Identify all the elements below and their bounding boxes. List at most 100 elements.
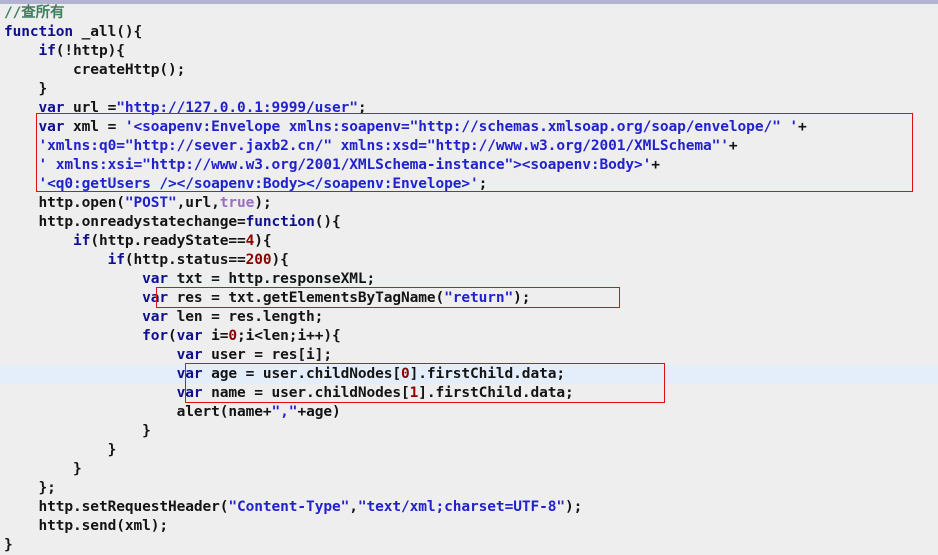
- code-token: var: [176, 328, 203, 344]
- code-line[interactable]: var res = txt.getElementsByTagName("retu…: [0, 289, 938, 308]
- code-line[interactable]: alert(name+","+age): [0, 403, 938, 422]
- code-line[interactable]: http.open("POST",url,true);: [0, 194, 938, 213]
- code-token: age = user.childNodes[: [202, 366, 401, 382]
- code-token: );: [564, 499, 583, 515]
- code-line[interactable]: '<q0:getUsers /></soapenv:Body></soapenv…: [0, 175, 938, 194]
- code-line[interactable]: http.onreadystatechange=function(){: [0, 213, 938, 232]
- code-token: function: [4, 24, 74, 40]
- code-token: txt = http.responseXML;: [167, 271, 376, 287]
- code-token: if: [38, 43, 56, 59]
- code-token: var: [176, 385, 203, 401]
- code-token: ;: [357, 100, 367, 116]
- code-line[interactable]: 'xmlns:q0="http://sever.jaxb2.cn/" xmlns…: [0, 137, 938, 156]
- code-token: createHttp();: [73, 62, 186, 78]
- code-token: "return": [444, 290, 514, 306]
- code-token: 'xmlns:q0="http://sever.jaxb2.cn/" xmlns…: [38, 138, 729, 154]
- code-token: (http.readyState==: [90, 233, 246, 249]
- code-line[interactable]: }: [0, 441, 938, 460]
- code-token: 0: [400, 366, 410, 382]
- code-token: var: [176, 366, 203, 382]
- code-line[interactable]: for(var i=0;i<len;i++){: [0, 327, 938, 346]
- code-line[interactable]: var url ="http://127.0.0.1:9999/user";: [0, 99, 938, 118]
- code-token: }: [142, 423, 151, 439]
- code-line[interactable]: }: [0, 460, 938, 479]
- code-token: var: [142, 271, 168, 287]
- code-line[interactable]: var txt = http.responseXML;: [0, 270, 938, 289]
- code-token: 0: [228, 328, 238, 344]
- code-token: var: [142, 309, 168, 325]
- code-line[interactable]: if(http.readyState==4){: [0, 232, 938, 251]
- code-token: ;i<len;i++){: [237, 328, 341, 344]
- code-token: res = txt.getElementsByTagName(: [167, 290, 445, 306]
- code-line[interactable]: http.send(xml);: [0, 517, 938, 536]
- code-line[interactable]: if(!http){: [0, 42, 938, 61]
- code-line[interactable]: var name = user.childNodes[1].firstChild…: [0, 384, 938, 403]
- code-token: +: [728, 138, 738, 154]
- code-token: var: [38, 119, 65, 135]
- code-token: "text/xml;charset=UTF-8": [357, 499, 565, 515]
- code-token: +age): [297, 404, 341, 420]
- code-token: url =: [64, 100, 117, 116]
- code-line[interactable]: }: [0, 80, 938, 99]
- code-token: user = res[i];: [202, 347, 332, 363]
- code-token: (!http){: [55, 43, 125, 59]
- code-token: "http://127.0.0.1:9999/user": [116, 100, 358, 116]
- code-line[interactable]: var xml = '<soapenv:Envelope xmlns:soape…: [0, 118, 938, 137]
- code-token: 4: [245, 233, 255, 249]
- code-line[interactable]: }: [0, 422, 938, 441]
- code-content[interactable]: //查所有 function _all(){ if(!http){ createH…: [0, 4, 938, 555]
- code-line[interactable]: }: [0, 536, 938, 555]
- code-token: var: [176, 347, 203, 363]
- code-token: ){: [271, 252, 289, 268]
- code-token: ': [780, 119, 798, 135]
- code-token: ",": [271, 404, 298, 420]
- code-token: ){: [254, 233, 272, 249]
- code-token: 1: [409, 385, 419, 401]
- code-token: }: [73, 461, 82, 477]
- code-line[interactable]: var age = user.childNodes[0].firstChild.…: [0, 365, 938, 384]
- code-token: (http.status==: [124, 252, 246, 268]
- code-line[interactable]: if(http.status==200){: [0, 251, 938, 270]
- code-line[interactable]: ' xmlns:xsi="http://www.w3.org/2001/XMLS…: [0, 156, 938, 175]
- code-token: ;: [478, 176, 488, 192]
- code-token: var: [38, 100, 65, 116]
- code-editor[interactable]: //查所有 function _all(){ if(!http){ createH…: [0, 0, 938, 553]
- code-line[interactable]: };: [0, 479, 938, 498]
- code-token: len = res.length;: [167, 309, 324, 325]
- code-token: (: [167, 328, 177, 344]
- code-token: ,url,: [176, 195, 220, 211]
- code-line[interactable]: createHttp();: [0, 61, 938, 80]
- code-line[interactable]: function _all(){: [0, 23, 938, 42]
- code-token: +: [651, 157, 660, 173]
- code-token: true: [219, 195, 255, 211]
- code-token: i=: [202, 328, 229, 344]
- code-token: '<q0:getUsers /></soapenv:Body></soapenv…: [38, 176, 479, 192]
- code-token: name = user.childNodes[: [202, 385, 410, 401]
- code-token: '<soapenv:Envelope xmlns:soapenv="http:/…: [124, 119, 781, 135]
- code-line[interactable]: var len = res.length;: [0, 308, 938, 327]
- code-line[interactable]: //查所有: [0, 4, 938, 23]
- code-token: alert(name+: [176, 404, 272, 420]
- code-token: //查所有: [4, 5, 65, 21]
- code-line[interactable]: var user = res[i];: [0, 346, 938, 365]
- code-token: xml =: [64, 119, 125, 135]
- code-token: http.setRequestHeader(: [38, 499, 229, 515]
- code-line[interactable]: http.setRequestHeader("Content-Type","te…: [0, 498, 938, 517]
- code-token: http.onreadystatechange=: [38, 214, 246, 230]
- code-token: "Content-Type": [228, 499, 350, 515]
